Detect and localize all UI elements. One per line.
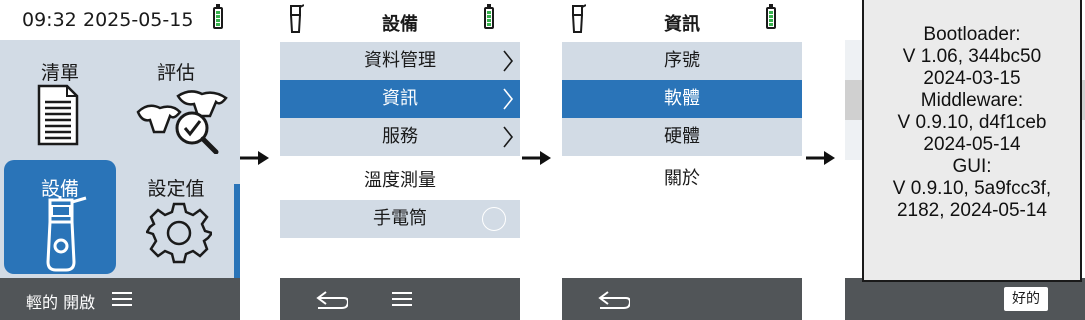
- menu-item-info[interactable]: 資訊: [280, 80, 520, 118]
- scrollbar-thumb[interactable]: [234, 184, 240, 278]
- menu-item-label: 服務: [382, 126, 418, 147]
- menu-item-software[interactable]: 軟體: [562, 80, 802, 118]
- tile-evaluation-label: 評估: [156, 62, 195, 84]
- middleware-heading: Middleware:: [920, 90, 1024, 111]
- gui-build-date: 2182, 2024-05-14: [896, 200, 1047, 221]
- menu-item-label: 硬體: [664, 126, 700, 147]
- middleware-version: V 0.9.10, d4f1ceb: [897, 112, 1047, 133]
- arrow-right-icon: [806, 151, 835, 165]
- menu-item-label: 軟體: [664, 88, 700, 109]
- menu-item-label: 關於: [664, 168, 700, 189]
- tile-settings[interactable]: 設定值: [120, 160, 232, 274]
- gui-version: V 0.9.10, 5a9fcc3f,: [892, 178, 1052, 199]
- bottom-bar: 好的: [845, 278, 1085, 320]
- menu-item-label: 溫度測量: [364, 170, 436, 191]
- bootloader-date: 2024-03-15: [923, 68, 1021, 89]
- device-icon: [46, 196, 87, 272]
- arrow-right-icon: [240, 151, 269, 165]
- menu-item-label: 手電筒: [373, 208, 427, 229]
- list-document-icon: [37, 84, 79, 146]
- battery-icon: [766, 4, 776, 29]
- bootloader-heading: Bootloader:: [923, 24, 1021, 45]
- status-bar: 09:32 2025-05-15: [0, 0, 240, 40]
- time-label: 09:32: [22, 9, 77, 31]
- battery-icon: [213, 4, 223, 29]
- status-bar: 資訊: [562, 0, 802, 40]
- bootloader-version: V 1.06, 344bc50: [902, 46, 1042, 67]
- battery-icon: [484, 4, 494, 29]
- menu-item-temperature[interactable]: 溫度測量: [280, 162, 520, 200]
- toggle-off-icon[interactable]: [482, 207, 506, 231]
- date-label: 2025-05-15: [83, 9, 194, 31]
- version-info-text: Bootloader: V 1.06, 344bc50 2024-03-15 M…: [864, 24, 1080, 222]
- chevron-right-icon: [503, 88, 514, 110]
- main-menu-screen: 09:32 2025-05-15 清單 評估 設備 設定值 輕的 開啟: [0, 0, 240, 320]
- ok-button[interactable]: 好的: [1004, 287, 1048, 311]
- tile-list-label: 清單: [40, 62, 79, 84]
- menu-item-serial-number[interactable]: 序號: [562, 42, 802, 80]
- middleware-date: 2024-05-14: [923, 134, 1021, 155]
- info-menu-screen: 資訊 序號 軟體 硬體 關於: [562, 0, 802, 320]
- light-on-button[interactable]: 輕的 開啟: [26, 289, 95, 313]
- bottom-bar: [562, 278, 802, 320]
- menu-item-about[interactable]: 關於: [562, 160, 802, 198]
- tile-list[interactable]: 清單: [4, 44, 116, 158]
- cows-checkmark-icon: [136, 90, 228, 154]
- tile-evaluation[interactable]: 評估: [120, 44, 232, 158]
- gear-icon: [146, 202, 212, 264]
- status-bar: 設備: [280, 0, 520, 40]
- version-info-dialog: Bootloader: V 1.06, 344bc50 2024-03-15 M…: [862, 0, 1082, 282]
- device-menu-screen: 設備 資料管理 資訊 服務 溫度測量 手電筒: [280, 0, 520, 320]
- arrow-right-icon: [522, 151, 551, 165]
- tile-settings-label: 設定值: [147, 178, 205, 200]
- menu-item-hardware[interactable]: 硬體: [562, 118, 802, 156]
- bottom-bar: [280, 278, 520, 320]
- back-arrow-icon[interactable]: [596, 290, 630, 310]
- menu-item-label: 資訊: [382, 88, 418, 109]
- menu-item-data-management[interactable]: 資料管理: [280, 42, 520, 80]
- back-arrow-icon[interactable]: [314, 290, 348, 310]
- menu-item-label: 資料管理: [364, 50, 436, 71]
- chevron-right-icon: [503, 50, 514, 72]
- menu-item-service[interactable]: 服務: [280, 118, 520, 156]
- chevron-right-icon: [503, 126, 514, 148]
- bottom-bar: 輕的 開啟: [0, 278, 240, 320]
- menu-item-flashlight[interactable]: 手電筒: [280, 200, 520, 238]
- hamburger-menu-icon[interactable]: [392, 291, 412, 307]
- hamburger-menu-icon[interactable]: [112, 291, 132, 307]
- tile-device[interactable]: 設備: [4, 160, 116, 274]
- menu-item-label: 序號: [664, 50, 700, 71]
- gui-heading: GUI:: [952, 156, 992, 177]
